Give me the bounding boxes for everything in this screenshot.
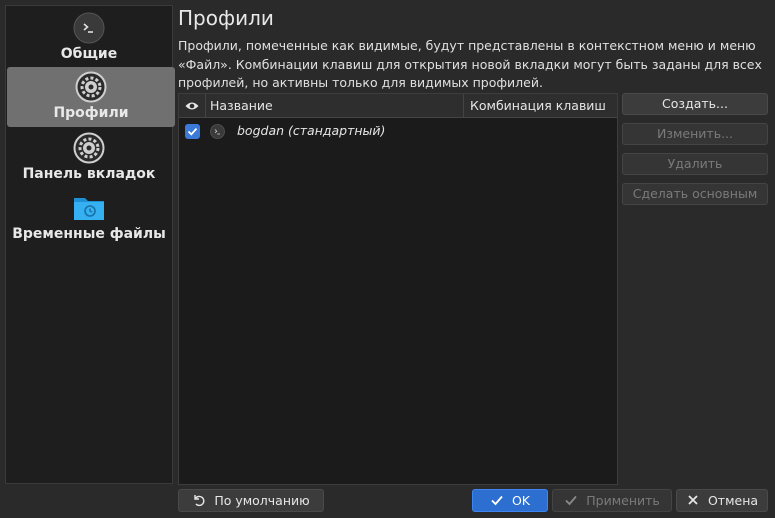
terminal-icon [73,12,105,44]
column-header-name[interactable]: Название [206,94,464,117]
column-header-visible[interactable] [179,94,206,117]
apply-label: Применить [586,493,660,508]
sidebar-item-general[interactable]: Общие [6,8,172,68]
eye-icon [185,102,199,110]
gear-icon [75,71,107,103]
terminal-icon [210,124,225,139]
check-icon [187,127,198,136]
sidebar-item-label: Панель вкладок [22,166,156,182]
close-icon [688,495,698,505]
undo-icon [194,495,205,507]
sidebar-item-label: Общие [60,46,118,62]
cancel-label: Отмена [707,493,759,508]
defaults-label: По умолчанию [214,493,310,508]
column-header-shortcut[interactable]: Комбинация клавиш [464,94,617,117]
create-button[interactable]: Создать... [622,93,768,115]
sidebar-item-label: Профили [53,105,129,121]
defaults-button[interactable]: По умолчанию [178,489,324,512]
cancel-button[interactable]: Отмена [676,489,768,512]
profiles-table[interactable]: Название Комбинация клавиш bogdan (станд… [178,93,618,485]
profile-name: bogdan (стандартный) [237,123,386,138]
table-row[interactable]: bogdan (стандартный) [179,121,617,143]
ok-label: OK [511,493,531,508]
sidebar-item-profiles[interactable]: Профили [7,67,175,127]
sidebar-item-label: Временные файлы [12,226,166,242]
ok-button[interactable]: OK [472,489,548,512]
table-header: Название Комбинация клавиш [179,94,617,118]
sidebar-item-tab-bar[interactable]: Панель вкладок [6,128,172,188]
set-default-button[interactable]: Сделать основным [622,183,768,205]
delete-button[interactable]: Удалить [622,153,768,175]
sidebar-item-temp-files[interactable]: Временные файлы [6,188,172,248]
apply-button[interactable]: Применить [552,489,672,512]
gear-icon [73,132,105,164]
page-title: Профили [178,6,274,30]
description-line: профилей, но активны только для видимых … [178,75,543,90]
check-icon [565,495,577,506]
page-description: Профили, помеченные как видимые, будут п… [178,37,768,93]
description-line: Профили, помеченные как видимые, будут п… [178,38,756,53]
check-icon [491,495,503,506]
edit-button[interactable]: Изменить... [622,123,768,145]
visible-checkbox[interactable] [185,124,200,139]
description-line: «Файл». Комбинации клавиш для открытия н… [178,56,762,72]
folder-clock-icon [74,198,104,220]
sidebar: Общие Профили Панель вкладок Временные ф… [5,5,175,484]
